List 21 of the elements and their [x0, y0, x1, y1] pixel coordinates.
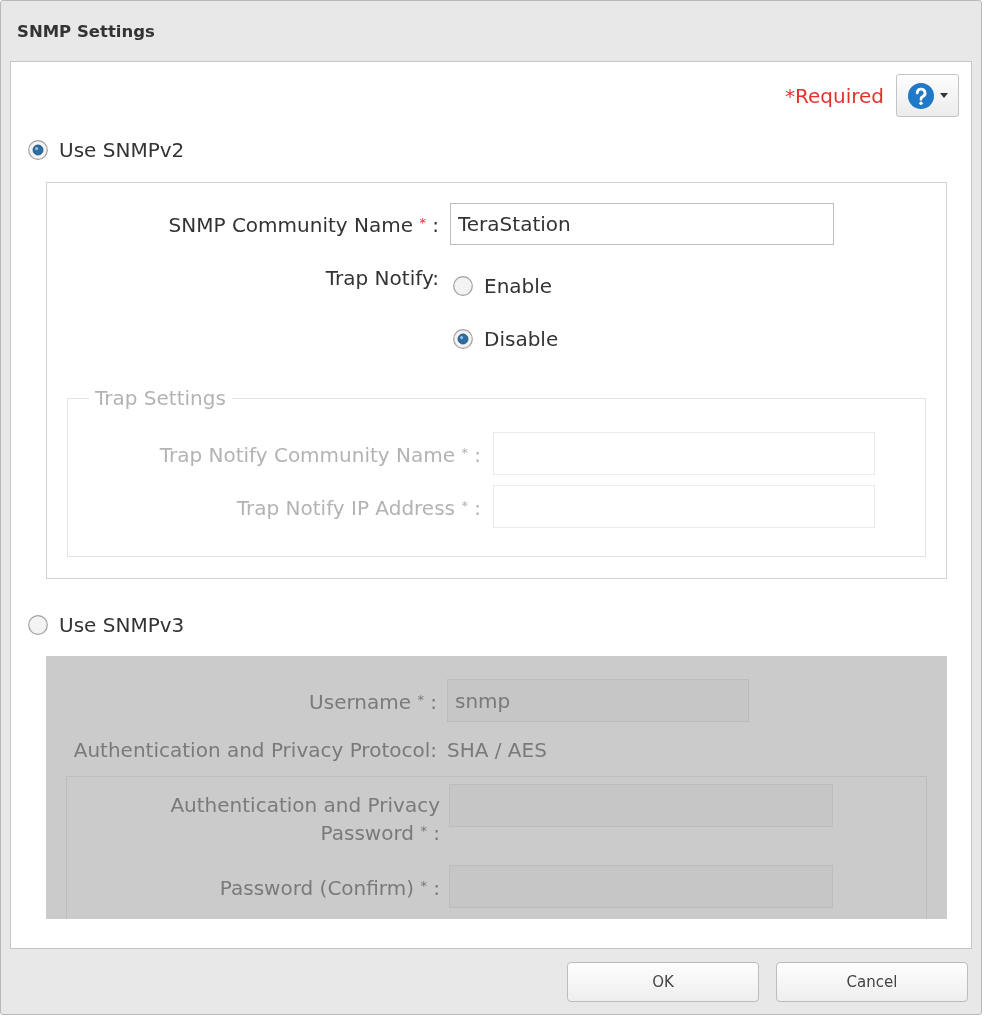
radio-option[interactable]: Use SNMPv2: [28, 137, 185, 162]
text-field[interactable]: TeraStation: [450, 203, 834, 245]
dialog-button[interactable]: OK: [567, 962, 759, 1002]
field-label: Username $^{*}$ :: [308, 688, 437, 715]
help-button[interactable]: [896, 74, 959, 117]
field-label: Password (Confirm) $^{*}$ :: [219, 875, 440, 901]
field-label: Trap Notify IP Address $^{*}$ :: [235, 494, 481, 521]
field-label: SNMP Community Name $^{*}$ :: [167, 212, 439, 238]
radio-option[interactable]: Enable: [453, 266, 553, 306]
required-note: *Required: [785, 83, 884, 108]
group-legend: Trap Settings: [89, 386, 232, 410]
protocol-value: SHA / AES: [447, 737, 547, 763]
field-label: Trap Notify Community Name $^{*}$ :: [158, 441, 481, 468]
field-label: Authentication and Privacy Password $^{*}$ :: [169, 793, 440, 846]
field-label: Authentication and Privacy Protocol:: [72, 737, 437, 763]
radio-option[interactable]: Disable: [453, 319, 559, 359]
window-title: SNMP Settings: [17, 21, 155, 41]
dialog-button[interactable]: Cancel: [776, 962, 968, 1002]
help-icon: [907, 82, 934, 109]
caret-icon: [939, 93, 948, 98]
field-label: Trap Notify:: [324, 266, 439, 291]
